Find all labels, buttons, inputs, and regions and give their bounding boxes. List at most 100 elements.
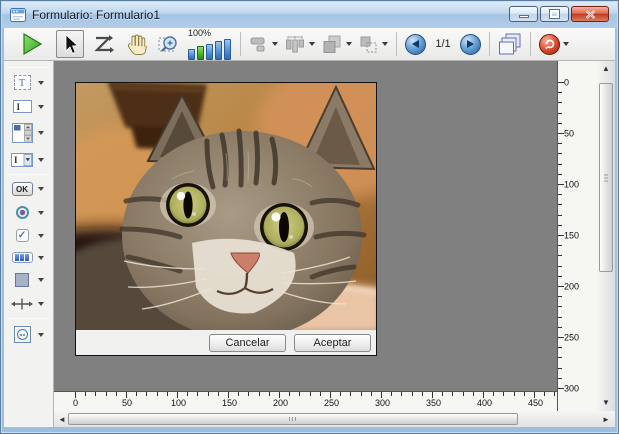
dropdown-arrow-icon[interactable] [38, 234, 44, 238]
size-icon [358, 34, 379, 54]
tab-order-tool-button[interactable] [89, 30, 117, 58]
zoom-bar-5[interactable] [224, 39, 231, 60]
run-icon [21, 32, 43, 56]
toolbox-item-radiobutton[interactable] [4, 201, 53, 224]
toolbar-separator [530, 32, 531, 56]
back-arrow-icon [405, 34, 426, 55]
toolbox-item-textbox[interactable]: I [4, 95, 53, 118]
toolbox-item-button[interactable]: OK [4, 177, 53, 201]
zoom-bar-1[interactable] [188, 49, 195, 60]
form-button-strip: Cancelar Aceptar [76, 330, 376, 355]
toolbox-item-listbox[interactable] [4, 118, 53, 148]
cat-image-control[interactable] [76, 83, 376, 330]
run-button[interactable] [18, 30, 46, 58]
next-page-button[interactable] [457, 30, 484, 58]
form-being-designed[interactable]: Cancelar Aceptar [75, 82, 377, 356]
dropdown-arrow-icon[interactable] [38, 333, 44, 337]
toolbox-separator [8, 174, 49, 175]
accept-button-control[interactable]: Aceptar [294, 334, 371, 352]
dropdown-arrow-icon[interactable] [38, 105, 44, 109]
distribute-controls-button-disabled[interactable] [281, 30, 318, 58]
minimize-icon [519, 15, 529, 18]
dropdown-arrow-icon[interactable] [38, 211, 44, 215]
scroll-right-icon: ► [602, 415, 610, 424]
dropdown-arrow-icon[interactable] [272, 42, 278, 46]
combobox-control-icon: I [11, 153, 33, 167]
toolbox-item-splitter[interactable] [4, 292, 53, 316]
data-refresh-button[interactable] [536, 30, 572, 58]
z-order-button-disabled[interactable] [318, 30, 355, 58]
magnifier-icon [157, 33, 181, 56]
cancel-button-control[interactable]: Cancelar [209, 334, 286, 352]
zoom-level-label: 100% [188, 29, 231, 38]
dropdown-arrow-icon[interactable] [563, 42, 569, 46]
dropdown-arrow-icon[interactable] [309, 42, 315, 46]
forward-arrow-icon [460, 34, 481, 55]
design-canvas[interactable]: Cancelar Aceptar [54, 61, 557, 391]
vertical-scrollbar-thumb[interactable] [599, 83, 613, 272]
toolbar-separator [489, 32, 490, 56]
toolbox-item-checkbox[interactable]: ✓ [4, 224, 53, 247]
zoom-bars[interactable] [188, 39, 231, 60]
dropdown-arrow-icon[interactable] [382, 42, 388, 46]
horizontal-ruler: 050100150200250300350400450 [54, 391, 557, 411]
dropdown-arrow-icon[interactable] [38, 158, 44, 162]
toolbar-separator [240, 32, 241, 56]
zoom-level-control[interactable]: 100% [188, 29, 231, 60]
page-indicator: 1/1 [429, 38, 457, 50]
z-order-icon [321, 34, 343, 55]
dropdown-arrow-icon[interactable] [38, 302, 44, 306]
toolbox-item-progressbar[interactable] [4, 247, 53, 268]
scroll-left-button[interactable]: ◄ [56, 411, 68, 427]
vertical-scrollbar[interactable]: ▲ ▼ [597, 61, 615, 411]
pan-tool-button[interactable] [122, 30, 151, 58]
window-title: Formulario: Formulario1 [32, 8, 160, 22]
cursor-icon [60, 33, 80, 55]
radiobutton-control-icon [16, 206, 29, 219]
toolbox-separator [8, 318, 49, 319]
dropdown-arrow-icon[interactable] [38, 81, 44, 85]
cascade-windows-button[interactable] [495, 30, 525, 58]
designer-window: Formulario: Formulario1 [0, 0, 619, 434]
checkbox-control-icon: ✓ [16, 229, 29, 242]
label-control-icon: T [14, 75, 31, 90]
horizontal-scrollbar-thumb[interactable] [68, 413, 518, 425]
minimize-button[interactable] [509, 6, 538, 22]
dropdown-arrow-icon[interactable] [346, 42, 352, 46]
ruler-corner [557, 391, 597, 411]
zoom-bar-2-active[interactable] [197, 46, 204, 60]
dropdown-arrow-icon[interactable] [38, 187, 44, 191]
svg-text:I: I [14, 155, 18, 165]
dropdown-arrow-icon[interactable] [38, 256, 44, 260]
toolbar-separator [396, 32, 397, 56]
select-tool-button[interactable] [56, 30, 84, 58]
button-control-icon: OK [12, 182, 33, 196]
zoom-bar-3[interactable] [206, 44, 213, 60]
dropdown-arrow-icon[interactable] [38, 131, 44, 135]
align-controls-button-disabled[interactable] [246, 30, 281, 58]
refresh-icon [539, 34, 560, 55]
scroll-up-button[interactable]: ▲ [597, 61, 615, 75]
scroll-down-button[interactable]: ▼ [597, 395, 615, 409]
form-window-icon [10, 8, 26, 22]
toolbox-item-combobox[interactable]: I [4, 148, 53, 172]
maximize-button[interactable] [540, 6, 569, 22]
toolbox-item-socket[interactable] [4, 321, 53, 348]
dropdown-arrow-icon[interactable] [38, 278, 44, 282]
toolbox-item-label[interactable]: T [4, 70, 53, 95]
close-button[interactable] [571, 6, 609, 22]
control-toolbox: T I [4, 61, 54, 427]
maximize-icon [550, 10, 559, 18]
size-controls-button-disabled[interactable] [355, 30, 391, 58]
toolbox-separator [8, 67, 49, 68]
toolbox-item-panel[interactable] [4, 268, 53, 292]
zoom-tool-button[interactable] [154, 30, 184, 58]
cascade-icon [498, 32, 522, 56]
zoom-bar-4[interactable] [215, 41, 222, 60]
title-bar[interactable]: Formulario: Formulario1 [2, 2, 617, 28]
horizontal-scrollbar[interactable]: ◄ [54, 411, 597, 427]
scroll-left-icon: ◄ [58, 415, 66, 424]
previous-page-button[interactable] [402, 30, 429, 58]
thumb-grip [289, 417, 297, 421]
scroll-right-button[interactable]: ► [597, 411, 615, 427]
